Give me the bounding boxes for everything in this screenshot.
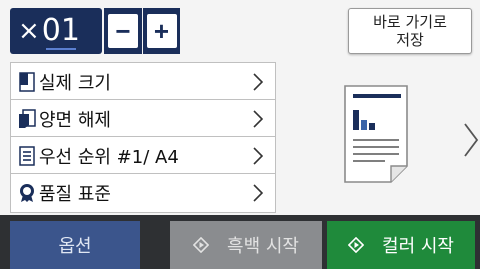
document-preview-icon <box>330 80 450 190</box>
start-icon <box>193 237 210 253</box>
color-start-button[interactable]: 컬러 시작 <box>327 221 475 269</box>
setting-label-duplex: 양면 해제 <box>39 110 111 131</box>
next-page-chevron-icon[interactable] <box>462 120 480 160</box>
copy-count-value: 01 <box>41 13 80 50</box>
setting-label-quality: 품질 표준 <box>39 184 111 205</box>
increase-copies-button[interactable]: + <box>142 8 180 54</box>
plus-label: + <box>146 14 177 48</box>
chevron-right-icon <box>249 71 267 93</box>
setting-row-duplex[interactable]: 양면 해제 <box>10 99 276 139</box>
setting-row-quality[interactable]: 품질 표준 <box>10 173 276 213</box>
tray-icon <box>17 145 37 167</box>
copies-prefix: × <box>18 16 40 46</box>
chevron-right-icon <box>249 182 267 204</box>
decrease-copies-button[interactable]: − <box>104 8 142 54</box>
page-size-icon <box>17 71 37 93</box>
setting-label-size: 실제 크기 <box>39 73 111 94</box>
minus-label: − <box>108 14 138 48</box>
copy-count-display[interactable]: × 01 <box>10 8 102 54</box>
chevron-right-icon <box>249 108 267 130</box>
options-label: 옵션 <box>58 236 92 257</box>
color-start-label: 컬러 시작 <box>382 236 454 257</box>
setting-row-tray[interactable]: 우선 순위 #1/ A4 <box>10 136 276 176</box>
mono-start-button[interactable]: 흑백 시작 <box>170 221 322 269</box>
duplex-icon <box>17 108 37 130</box>
mono-start-label: 흑백 시작 <box>227 236 299 257</box>
copies-control: × 01 − + <box>10 8 180 54</box>
options-button[interactable]: 옵션 <box>10 221 140 269</box>
setting-row-size[interactable]: 실제 크기 <box>10 62 276 102</box>
save-as-shortcut-button[interactable]: 바로 가기로 저장 <box>348 8 472 54</box>
quality-icon <box>17 182 37 204</box>
chevron-right-icon <box>249 145 267 167</box>
start-icon <box>348 237 365 253</box>
setting-label-tray: 우선 순위 #1/ A4 <box>39 147 179 168</box>
